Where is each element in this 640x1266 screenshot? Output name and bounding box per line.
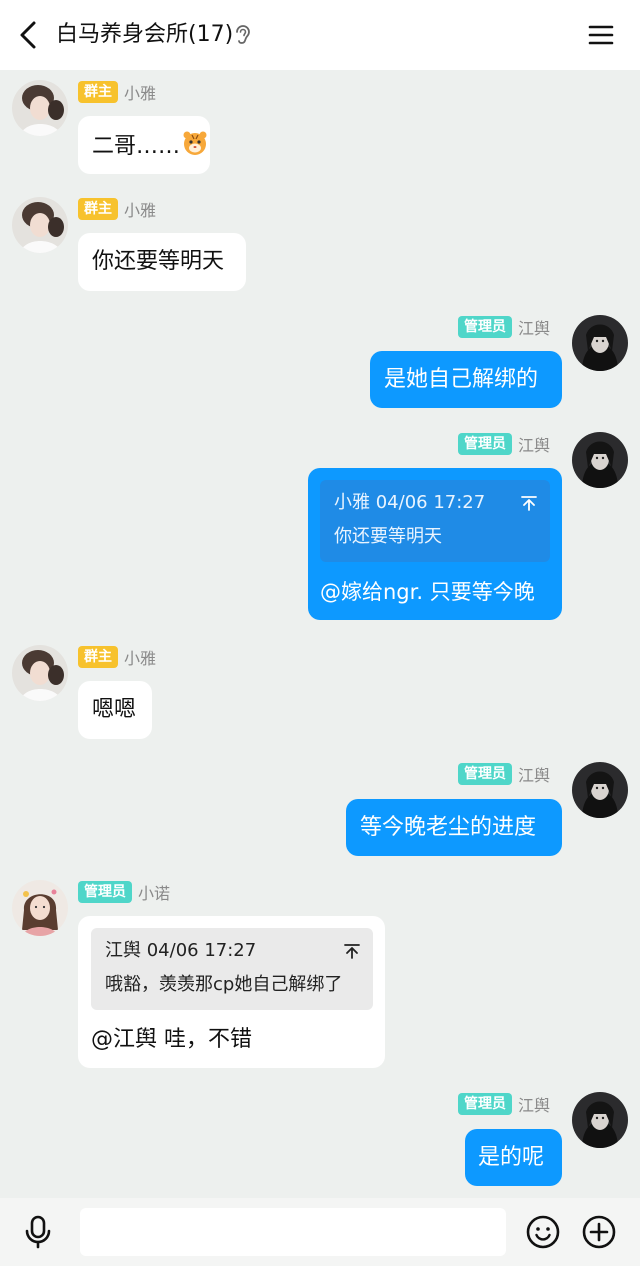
- sender-name: 小雅: [124, 649, 157, 668]
- avatar-jiangyu[interactable]: [572, 1092, 628, 1148]
- owner-badge: 群主: [78, 198, 118, 220]
- microphone-icon[interactable]: [22, 1214, 54, 1250]
- message-input[interactable]: [80, 1208, 506, 1256]
- sender-name: 江舆: [518, 1096, 551, 1115]
- message-meta: 管理员 江舆: [458, 432, 550, 456]
- back-arrow-icon[interactable]: [12, 17, 48, 53]
- admin-badge: 管理员: [458, 316, 512, 338]
- chat-title[interactable]: 白马养身会所(17): [56, 19, 233, 51]
- avatar-xiaonuo[interactable]: [12, 880, 68, 936]
- quote-text: 你还要等明天: [334, 526, 442, 547]
- message-bubble[interactable]: 等今晚老尘的进度: [346, 799, 562, 856]
- sender-name: 江舆: [518, 766, 551, 785]
- message-meta: 群主 小雅: [78, 80, 156, 104]
- avatar-xiaoya[interactable]: [12, 645, 68, 701]
- tiger-face-emoji-icon: [182, 130, 208, 156]
- message-text: 等今晚老尘的进度: [360, 815, 537, 840]
- avatar-xiaoya[interactable]: [12, 197, 68, 253]
- message-bubble[interactable]: 是的呢: [465, 1129, 562, 1186]
- message-meta: 管理员 江舆: [458, 315, 550, 339]
- ear-icon[interactable]: [232, 23, 254, 47]
- message-meta: 管理员 江舆: [458, 762, 550, 786]
- message-bubble[interactable]: 嗯嗯: [78, 681, 152, 739]
- sender-name: 小雅: [124, 84, 157, 103]
- avatar-xiaoya[interactable]: [12, 80, 68, 136]
- message-meta: 群主 小雅: [78, 645, 156, 669]
- sender-name: 小雅: [124, 201, 157, 220]
- quoted-message[interactable]: 小雅 04/06 17:27 你还要等明天: [320, 480, 550, 562]
- message-bubble[interactable]: 江舆 04/06 17:27 哦豁，羡羡那cp她自己解绑了 @江舆 哇，不错: [78, 916, 385, 1068]
- avatar-jiangyu[interactable]: [572, 432, 628, 488]
- message-text: @江舆 哇，不错: [91, 1027, 252, 1052]
- message-bubble[interactable]: 小雅 04/06 17:27 你还要等明天 @嫁给ngr. 只要等今晚: [308, 468, 562, 620]
- quote-header: 小雅 04/06 17:27: [334, 492, 486, 513]
- admin-badge: 管理员: [458, 433, 512, 455]
- sender-name: 小诺: [138, 884, 171, 903]
- message-text: 你还要等明天: [92, 249, 225, 274]
- message-bubble[interactable]: 是她自己解绑的: [370, 351, 562, 408]
- message-bubble[interactable]: 二哥……: [78, 116, 210, 174]
- message-text: 是的呢: [478, 1145, 545, 1170]
- message-text: 嗯嗯: [92, 697, 137, 722]
- smile-icon[interactable]: [525, 1214, 561, 1250]
- message-text: 二哥……: [92, 134, 181, 159]
- menu-icon[interactable]: [584, 18, 618, 52]
- input-bar: [0, 1198, 640, 1266]
- chat-header: 白马养身会所(17): [0, 0, 640, 70]
- quoted-message[interactable]: 江舆 04/06 17:27 哦豁，羡羡那cp她自己解绑了: [91, 928, 373, 1010]
- message-bubble[interactable]: 你还要等明天: [78, 233, 246, 291]
- sender-name: 江舆: [518, 436, 551, 455]
- plus-icon[interactable]: [581, 1214, 617, 1250]
- message-meta: 群主 小雅: [78, 197, 156, 221]
- message-meta: 管理员 江舆: [458, 1092, 550, 1116]
- quote-header: 江舆 04/06 17:27: [105, 940, 257, 961]
- quote-jump-icon[interactable]: [343, 942, 361, 960]
- admin-badge: 管理员: [78, 881, 132, 903]
- avatar-jiangyu[interactable]: [572, 762, 628, 818]
- message-meta: 管理员 小诺: [78, 880, 170, 904]
- sender-name: 江舆: [518, 319, 551, 338]
- admin-badge: 管理员: [458, 763, 512, 785]
- owner-badge: 群主: [78, 646, 118, 668]
- owner-badge: 群主: [78, 81, 118, 103]
- message-text: @嫁给ngr. 只要等今晚: [320, 580, 535, 604]
- avatar-jiangyu[interactable]: [572, 315, 628, 371]
- message-text: 是她自己解绑的: [384, 367, 539, 392]
- quote-jump-icon[interactable]: [520, 494, 538, 512]
- admin-badge: 管理员: [458, 1093, 512, 1115]
- quote-text: 哦豁，羡羡那cp她自己解绑了: [105, 974, 343, 995]
